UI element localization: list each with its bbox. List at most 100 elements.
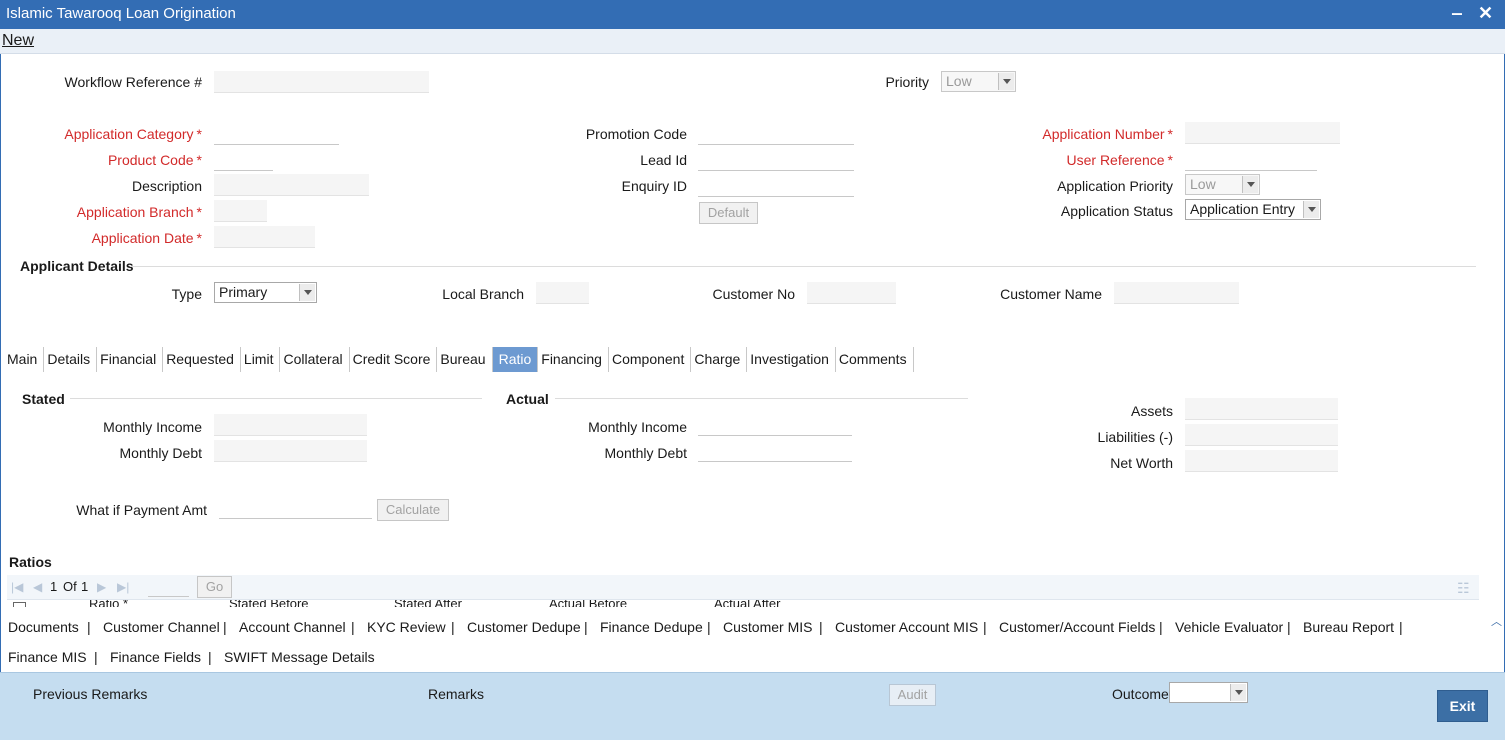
application-category-label: Application Category * [30, 126, 202, 142]
documents-link[interactable]: Documents [8, 619, 79, 635]
kyc-review-link[interactable]: KYC Review [367, 619, 446, 635]
local-branch-label: Local Branch [442, 286, 524, 302]
go-button[interactable]: Go [197, 576, 232, 598]
tab-bureau[interactable]: Bureau [437, 347, 493, 372]
customer-no-field[interactable] [807, 282, 896, 304]
remarks-label: Remarks [428, 686, 485, 702]
finance-mis-link[interactable]: Finance MIS [8, 649, 87, 665]
tab-financial[interactable]: Financial [97, 347, 164, 372]
actual-monthly-income-field[interactable] [698, 414, 852, 436]
tab-financing[interactable]: Financing [538, 347, 609, 372]
grid-options-icon[interactable]: ☷ [1457, 580, 1470, 597]
collapse-icon[interactable]: ︿ [1491, 613, 1502, 629]
bureau-report-link[interactable]: Bureau Report [1303, 619, 1394, 635]
enquiry-id-field[interactable] [698, 175, 854, 197]
minimize-icon[interactable]: ‒ [1452, 3, 1462, 23]
outcome-label: Outcome [1112, 686, 1169, 702]
liabilities-field[interactable] [1185, 424, 1338, 446]
first-page-icon[interactable]: |◀ [11, 580, 23, 594]
customer-account-mis-link[interactable]: Customer Account MIS [835, 619, 978, 635]
page-number-input[interactable] [148, 577, 189, 597]
customer-channel-link[interactable]: Customer Channel [103, 619, 220, 635]
audit-button[interactable]: Audit [889, 684, 936, 706]
tab-charge[interactable]: Charge [691, 347, 748, 372]
description-field[interactable] [214, 174, 369, 196]
product-code-field[interactable] [214, 149, 273, 171]
next-page-icon[interactable]: ▶ [97, 580, 106, 594]
stated-monthly-income-field[interactable] [214, 414, 367, 436]
assets-field[interactable] [1185, 398, 1338, 420]
link-separator: | [351, 619, 355, 635]
tab-credit-score[interactable]: Credit Score [350, 347, 438, 372]
window-title: Islamic Tawarooq Loan Origination [6, 5, 236, 22]
required-mark: * [1167, 152, 1173, 168]
pager-total: 1 [81, 579, 89, 594]
stated-monthly-debt-field[interactable] [214, 440, 367, 462]
description-label: Description [131, 178, 202, 194]
user-reference-field[interactable] [1185, 149, 1317, 171]
promotion-code-field[interactable] [698, 123, 854, 145]
application-category-field[interactable] [214, 123, 339, 145]
last-page-icon[interactable]: ▶| [117, 580, 129, 594]
customer-mis-link[interactable]: Customer MIS [723, 619, 812, 635]
lead-id-field[interactable] [698, 149, 854, 171]
tab-details[interactable]: Details [44, 347, 98, 372]
actual-monthly-income-label: Monthly Income [588, 419, 687, 435]
tab-requested[interactable]: Requested [163, 347, 241, 372]
application-date-field[interactable] [214, 226, 315, 248]
tab-investigation[interactable]: Investigation [747, 347, 836, 372]
tab-comments[interactable]: Comments [836, 347, 914, 372]
outcome-select[interactable] [1169, 682, 1248, 703]
close-icon[interactable]: ✕ [1478, 3, 1493, 23]
application-number-field[interactable] [1185, 122, 1340, 144]
tab-ratio[interactable]: Ratio [492, 347, 539, 372]
application-priority-select[interactable]: Low [1185, 174, 1260, 195]
customer-account-fields-link[interactable]: Customer/Account Fields [999, 619, 1155, 635]
subsystem-links: Documents | Customer Channel | Account C… [0, 609, 1490, 671]
default-button[interactable]: Default [699, 202, 758, 224]
application-status-label: Application Status [1060, 203, 1173, 219]
tab-main[interactable]: Main [4, 347, 45, 372]
net-worth-field[interactable] [1185, 450, 1338, 472]
application-status-select[interactable]: Application Entry [1185, 199, 1321, 220]
applicant-type-select[interactable]: Primary [214, 282, 317, 303]
application-priority-label: Application Priority [1057, 178, 1173, 194]
workflow-reference-field[interactable] [214, 71, 429, 93]
tab-strip: Main Details Financial Requested Limit Collat… [4, 347, 914, 372]
what-if-payment-field[interactable] [219, 497, 372, 519]
customer-dedupe-link[interactable]: Customer Dedupe [467, 619, 581, 635]
vehicle-evaluator-link[interactable]: Vehicle Evaluator [1175, 619, 1283, 635]
finance-dedupe-link[interactable]: Finance Dedupe [600, 619, 703, 635]
link-separator: | [451, 619, 455, 635]
tab-limit[interactable]: Limit [241, 347, 281, 372]
customer-name-field[interactable] [1114, 282, 1239, 304]
what-if-payment-label: What if Payment Amt [76, 502, 207, 518]
priority-select[interactable]: Low [941, 71, 1016, 92]
select-all-checkbox[interactable] [13, 602, 26, 607]
application-branch-label: Application Branch * [30, 204, 202, 220]
footer-bar: Previous Remarks Remarks Audit Outcome E… [0, 672, 1505, 740]
tab-collateral[interactable]: Collateral [280, 347, 350, 372]
link-separator: | [983, 619, 987, 635]
tab-component[interactable]: Component [609, 347, 692, 372]
finance-fields-link[interactable]: Finance Fields [110, 649, 201, 665]
chevron-down-icon [1242, 176, 1258, 193]
actual-monthly-debt-field[interactable] [698, 440, 852, 462]
calculate-button[interactable]: Calculate [377, 499, 449, 521]
link-separator: | [87, 619, 91, 635]
account-channel-link[interactable]: Account Channel [239, 619, 346, 635]
required-mark: * [196, 126, 202, 142]
priority-label: Priority [885, 74, 929, 90]
stated-monthly-income-label: Monthly Income [103, 419, 202, 435]
swift-message-details-link[interactable]: SWIFT Message Details [224, 649, 375, 665]
previous-page-icon[interactable]: ◀ [33, 580, 42, 594]
application-branch-field[interactable] [214, 200, 267, 222]
new-menu-link[interactable]: New [2, 32, 34, 50]
applicant-type-label: Type [171, 286, 202, 302]
column-actual-before: Actual Before [549, 599, 628, 607]
ratios-title: Ratios [9, 554, 52, 570]
exit-button[interactable]: Exit [1437, 690, 1488, 722]
local-branch-field[interactable] [536, 282, 589, 304]
link-separator: | [1399, 619, 1403, 635]
assets-label: Assets [1130, 403, 1173, 419]
